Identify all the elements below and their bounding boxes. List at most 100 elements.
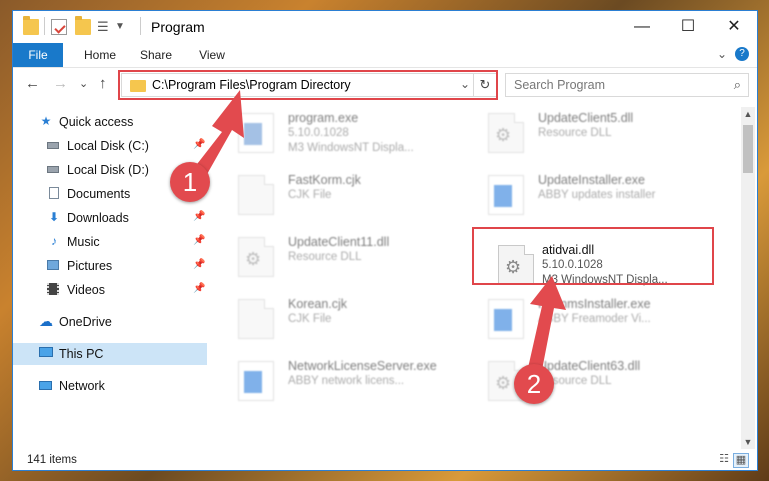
computer-icon xyxy=(39,347,53,360)
search-box[interactable]: Search Program ⌕ xyxy=(505,73,749,97)
tab-file[interactable]: File xyxy=(13,43,63,67)
sidebar-item-label: OneDrive xyxy=(59,315,112,329)
file-name: UpdateClient11.dll xyxy=(288,235,390,249)
file-name: program.exe xyxy=(288,111,359,125)
scroll-thumb[interactable] xyxy=(743,125,753,173)
file-name: FrammsInstaller.exe xyxy=(538,297,651,311)
sidebar-item-local-disk-c[interactable]: Local Disk (C:) 📌 xyxy=(13,135,207,157)
file-name: UpdateClient5.dll xyxy=(538,111,634,125)
sidebar-item-label: Network xyxy=(59,379,105,393)
file-item[interactable]: program.exe 5.10.0.1028 M3 WindowsNT Dis… xyxy=(218,107,458,161)
sidebar-item-music[interactable]: ♪ Music 📌 xyxy=(13,231,207,253)
pin-icon: 📌 xyxy=(193,139,206,150)
chevron-down-icon[interactable]: ▼ xyxy=(115,19,131,35)
file-item[interactable]: Korean.cjk CJK File xyxy=(218,293,458,347)
divider xyxy=(140,17,141,35)
cloud-icon: ☁ xyxy=(39,313,53,329)
file-type: ABBY updates installer xyxy=(538,189,656,201)
sidebar-item-label: Documents xyxy=(67,187,131,201)
sidebar-item-videos[interactable]: Videos 📌 xyxy=(13,279,207,301)
sidebar-item-network[interactable]: Network xyxy=(13,375,207,397)
file-type: ABBY Freamoder Vi... xyxy=(538,313,651,325)
file-type: Resource DLL xyxy=(538,127,612,139)
properties-icon[interactable] xyxy=(51,19,67,35)
new-folder-icon[interactable] xyxy=(75,16,91,35)
forward-button[interactable]: → xyxy=(53,75,68,92)
details-view-icon[interactable]: ☷ xyxy=(717,453,731,466)
file-item[interactable]: NetworkLicenseServer.exe ABBY network li… xyxy=(218,355,458,409)
file-name: FastKorm.cjk xyxy=(288,173,361,187)
sidebar-item-label: Local Disk (C:) xyxy=(67,139,149,153)
sidebar-item-onedrive[interactable]: ☁ OneDrive xyxy=(13,311,207,333)
tab-share[interactable]: Share xyxy=(133,43,179,67)
videos-icon xyxy=(47,283,61,296)
minimize-button[interactable]: — xyxy=(619,11,665,43)
sidebar-item-downloads[interactable]: ⬇ Downloads 📌 xyxy=(13,207,207,229)
navigation-pane: ★ Quick access Local Disk (C:) 📌 Local D… xyxy=(13,107,209,447)
drive-icon xyxy=(47,163,61,176)
up-button[interactable]: ↑ xyxy=(99,75,107,92)
step-badge-2: 2 xyxy=(514,364,554,404)
installer-icon xyxy=(238,113,274,153)
customize-icon[interactable]: ☰ xyxy=(97,19,113,35)
search-input[interactable]: Search Program xyxy=(514,78,605,92)
file-icon xyxy=(238,175,274,215)
dll-icon: ⚙ xyxy=(488,113,524,153)
ribbon: File Home Share View ⌄ ? xyxy=(13,43,757,68)
tab-view[interactable]: View xyxy=(189,43,235,67)
close-button[interactable]: ✕ xyxy=(711,11,757,43)
pictures-icon xyxy=(47,259,61,272)
sidebar-item-label: This PC xyxy=(59,347,104,361)
pin-icon: 📌 xyxy=(193,211,206,222)
file-name: UpdateInstaller.exe xyxy=(538,173,646,187)
sidebar-item-this-pc[interactable]: This PC xyxy=(13,343,207,365)
file-description: M3 WindowsNT Displa... xyxy=(288,142,414,154)
exe-icon xyxy=(488,175,524,215)
exe-icon xyxy=(488,299,524,339)
file-item[interactable]: FrammsInstaller.exe ABBY Freamoder Vi... xyxy=(468,293,708,347)
large-icons-view-icon[interactable]: ▦ xyxy=(733,453,749,468)
exe-icon xyxy=(238,361,274,401)
folder-icon xyxy=(23,16,39,35)
maximize-button[interactable]: ☐ xyxy=(665,11,711,43)
music-icon: ♪ xyxy=(51,234,57,248)
status-bar: 141 items ☷ ▦ xyxy=(13,449,757,471)
sidebar-item-quick-access[interactable]: ★ Quick access xyxy=(13,111,207,133)
pin-icon: 📌 xyxy=(193,259,206,270)
file-icon xyxy=(238,299,274,339)
scroll-up-icon[interactable]: ▲ xyxy=(741,107,755,121)
sidebar-item-label: Downloads xyxy=(67,211,129,225)
scroll-down-icon[interactable]: ▼ xyxy=(741,435,755,449)
file-item[interactable]: ⚙ UpdateClient5.dll Resource DLL xyxy=(468,107,708,161)
documents-icon xyxy=(47,187,61,200)
file-type: CJK File xyxy=(288,313,332,325)
tab-home[interactable]: Home xyxy=(75,43,125,67)
sidebar-item-label: Music xyxy=(67,235,100,249)
item-count: 141 items xyxy=(27,454,77,466)
file-item[interactable]: FastKorm.cjk CJK File xyxy=(218,169,458,223)
sidebar-item-label: Local Disk (D:) xyxy=(67,163,149,177)
pin-icon: 📌 xyxy=(193,283,206,294)
dll-icon: ⚙ xyxy=(238,237,274,277)
address-highlight-box xyxy=(118,70,498,100)
sidebar-item-pictures[interactable]: Pictures 📌 xyxy=(13,255,207,277)
sidebar-item-label: Videos xyxy=(67,283,105,297)
file-highlight-box xyxy=(472,227,714,285)
recent-locations-button[interactable]: ⌄ xyxy=(79,77,88,90)
file-name: UpdateClient63.dll xyxy=(538,359,641,373)
help-icon[interactable]: ? xyxy=(735,47,749,61)
file-type: Resource DLL xyxy=(288,251,362,263)
file-item[interactable]: ⚙ UpdateClient63.dll Resource DLL xyxy=(468,355,708,409)
back-button[interactable]: ← xyxy=(25,75,40,92)
file-item[interactable]: UpdateInstaller.exe ABBY updates install… xyxy=(468,169,708,223)
expand-ribbon-icon[interactable]: ⌄ xyxy=(717,47,727,61)
download-icon: ⬇ xyxy=(48,210,60,224)
file-type: CJK File xyxy=(288,189,332,201)
sidebar-item-label: Pictures xyxy=(67,259,113,273)
step-badge-1: 1 xyxy=(170,162,210,202)
sidebar-item-label: Quick access xyxy=(59,115,134,129)
file-item[interactable]: ⚙ UpdateClient11.dll Resource DLL xyxy=(218,231,458,285)
window-title: Program xyxy=(151,19,205,35)
pin-icon: 📌 xyxy=(193,235,206,246)
vertical-scrollbar[interactable]: ▲ ▼ xyxy=(741,107,755,449)
